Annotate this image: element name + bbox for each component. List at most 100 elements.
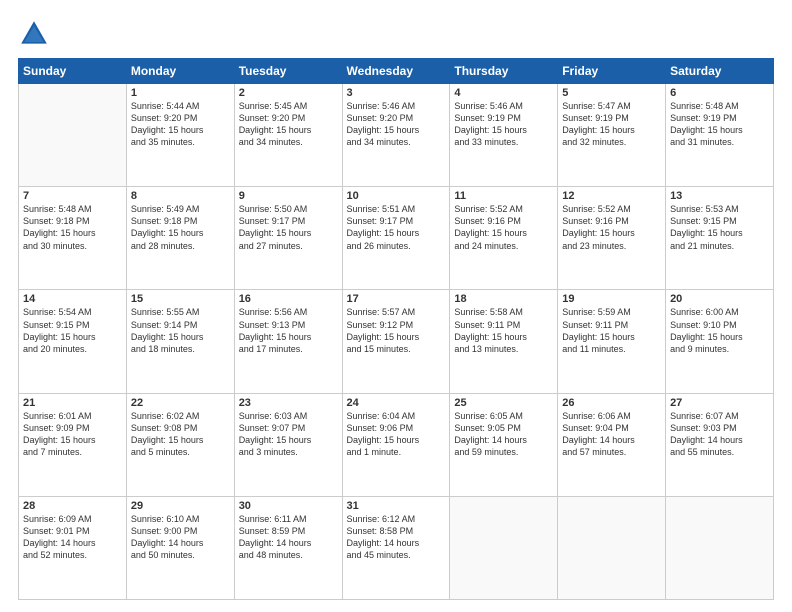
page: SundayMondayTuesdayWednesdayThursdayFrid…: [0, 0, 792, 612]
day-cell-5: 5Sunrise: 5:47 AM Sunset: 9:19 PM Daylig…: [558, 84, 666, 187]
day-cell-23: 23Sunrise: 6:03 AM Sunset: 9:07 PM Dayli…: [234, 393, 342, 496]
day-cell-2: 2Sunrise: 5:45 AM Sunset: 9:20 PM Daylig…: [234, 84, 342, 187]
week-row-4: 21Sunrise: 6:01 AM Sunset: 9:09 PM Dayli…: [19, 393, 774, 496]
day-info: Sunrise: 6:09 AM Sunset: 9:01 PM Dayligh…: [23, 513, 122, 562]
day-info: Sunrise: 5:52 AM Sunset: 9:16 PM Dayligh…: [454, 203, 553, 252]
day-cell-12: 12Sunrise: 5:52 AM Sunset: 9:16 PM Dayli…: [558, 187, 666, 290]
day-cell-11: 11Sunrise: 5:52 AM Sunset: 9:16 PM Dayli…: [450, 187, 558, 290]
day-number: 3: [347, 87, 446, 99]
day-number: 2: [239, 87, 338, 99]
day-number: 25: [454, 397, 553, 409]
weekday-header-sunday: Sunday: [19, 59, 127, 84]
day-info: Sunrise: 6:10 AM Sunset: 9:00 PM Dayligh…: [131, 513, 230, 562]
day-cell-31: 31Sunrise: 6:12 AM Sunset: 8:58 PM Dayli…: [342, 496, 450, 599]
week-row-5: 28Sunrise: 6:09 AM Sunset: 9:01 PM Dayli…: [19, 496, 774, 599]
day-number: 18: [454, 293, 553, 305]
day-info: Sunrise: 5:50 AM Sunset: 9:17 PM Dayligh…: [239, 203, 338, 252]
day-cell-19: 19Sunrise: 5:59 AM Sunset: 9:11 PM Dayli…: [558, 290, 666, 393]
day-cell-22: 22Sunrise: 6:02 AM Sunset: 9:08 PM Dayli…: [126, 393, 234, 496]
day-number: 10: [347, 190, 446, 202]
calendar-table: SundayMondayTuesdayWednesdayThursdayFrid…: [18, 58, 774, 600]
empty-cell: [450, 496, 558, 599]
day-info: Sunrise: 6:05 AM Sunset: 9:05 PM Dayligh…: [454, 410, 553, 459]
day-info: Sunrise: 6:07 AM Sunset: 9:03 PM Dayligh…: [670, 410, 769, 459]
day-cell-10: 10Sunrise: 5:51 AM Sunset: 9:17 PM Dayli…: [342, 187, 450, 290]
weekday-header-wednesday: Wednesday: [342, 59, 450, 84]
weekday-header-monday: Monday: [126, 59, 234, 84]
day-number: 1: [131, 87, 230, 99]
week-row-3: 14Sunrise: 5:54 AM Sunset: 9:15 PM Dayli…: [19, 290, 774, 393]
day-info: Sunrise: 6:04 AM Sunset: 9:06 PM Dayligh…: [347, 410, 446, 459]
day-cell-13: 13Sunrise: 5:53 AM Sunset: 9:15 PM Dayli…: [666, 187, 774, 290]
day-info: Sunrise: 5:52 AM Sunset: 9:16 PM Dayligh…: [562, 203, 661, 252]
weekday-header-thursday: Thursday: [450, 59, 558, 84]
day-cell-25: 25Sunrise: 6:05 AM Sunset: 9:05 PM Dayli…: [450, 393, 558, 496]
empty-cell: [558, 496, 666, 599]
day-info: Sunrise: 6:01 AM Sunset: 9:09 PM Dayligh…: [23, 410, 122, 459]
day-number: 17: [347, 293, 446, 305]
day-cell-27: 27Sunrise: 6:07 AM Sunset: 9:03 PM Dayli…: [666, 393, 774, 496]
day-cell-9: 9Sunrise: 5:50 AM Sunset: 9:17 PM Daylig…: [234, 187, 342, 290]
day-number: 22: [131, 397, 230, 409]
day-number: 29: [131, 500, 230, 512]
day-cell-7: 7Sunrise: 5:48 AM Sunset: 9:18 PM Daylig…: [19, 187, 127, 290]
day-info: Sunrise: 5:58 AM Sunset: 9:11 PM Dayligh…: [454, 306, 553, 355]
weekday-header-row: SundayMondayTuesdayWednesdayThursdayFrid…: [19, 59, 774, 84]
day-info: Sunrise: 6:06 AM Sunset: 9:04 PM Dayligh…: [562, 410, 661, 459]
day-info: Sunrise: 5:55 AM Sunset: 9:14 PM Dayligh…: [131, 306, 230, 355]
day-number: 5: [562, 87, 661, 99]
day-info: Sunrise: 6:12 AM Sunset: 8:58 PM Dayligh…: [347, 513, 446, 562]
day-number: 11: [454, 190, 553, 202]
empty-cell: [666, 496, 774, 599]
day-info: Sunrise: 5:57 AM Sunset: 9:12 PM Dayligh…: [347, 306, 446, 355]
week-row-2: 7Sunrise: 5:48 AM Sunset: 9:18 PM Daylig…: [19, 187, 774, 290]
day-cell-26: 26Sunrise: 6:06 AM Sunset: 9:04 PM Dayli…: [558, 393, 666, 496]
day-info: Sunrise: 6:11 AM Sunset: 8:59 PM Dayligh…: [239, 513, 338, 562]
day-cell-1: 1Sunrise: 5:44 AM Sunset: 9:20 PM Daylig…: [126, 84, 234, 187]
day-info: Sunrise: 5:46 AM Sunset: 9:19 PM Dayligh…: [454, 100, 553, 149]
day-cell-17: 17Sunrise: 5:57 AM Sunset: 9:12 PM Dayli…: [342, 290, 450, 393]
day-cell-3: 3Sunrise: 5:46 AM Sunset: 9:20 PM Daylig…: [342, 84, 450, 187]
day-info: Sunrise: 5:56 AM Sunset: 9:13 PM Dayligh…: [239, 306, 338, 355]
day-cell-16: 16Sunrise: 5:56 AM Sunset: 9:13 PM Dayli…: [234, 290, 342, 393]
weekday-header-tuesday: Tuesday: [234, 59, 342, 84]
day-number: 7: [23, 190, 122, 202]
day-cell-6: 6Sunrise: 5:48 AM Sunset: 9:19 PM Daylig…: [666, 84, 774, 187]
day-number: 8: [131, 190, 230, 202]
day-info: Sunrise: 5:53 AM Sunset: 9:15 PM Dayligh…: [670, 203, 769, 252]
day-number: 28: [23, 500, 122, 512]
day-info: Sunrise: 5:46 AM Sunset: 9:20 PM Dayligh…: [347, 100, 446, 149]
day-number: 30: [239, 500, 338, 512]
weekday-header-friday: Friday: [558, 59, 666, 84]
day-number: 15: [131, 293, 230, 305]
day-number: 9: [239, 190, 338, 202]
day-info: Sunrise: 5:47 AM Sunset: 9:19 PM Dayligh…: [562, 100, 661, 149]
day-cell-21: 21Sunrise: 6:01 AM Sunset: 9:09 PM Dayli…: [19, 393, 127, 496]
day-number: 14: [23, 293, 122, 305]
logo: [18, 18, 54, 50]
day-cell-14: 14Sunrise: 5:54 AM Sunset: 9:15 PM Dayli…: [19, 290, 127, 393]
weekday-header-saturday: Saturday: [666, 59, 774, 84]
day-cell-4: 4Sunrise: 5:46 AM Sunset: 9:19 PM Daylig…: [450, 84, 558, 187]
day-info: Sunrise: 5:59 AM Sunset: 9:11 PM Dayligh…: [562, 306, 661, 355]
day-number: 16: [239, 293, 338, 305]
day-info: Sunrise: 5:49 AM Sunset: 9:18 PM Dayligh…: [131, 203, 230, 252]
day-cell-29: 29Sunrise: 6:10 AM Sunset: 9:00 PM Dayli…: [126, 496, 234, 599]
day-info: Sunrise: 6:00 AM Sunset: 9:10 PM Dayligh…: [670, 306, 769, 355]
day-number: 19: [562, 293, 661, 305]
day-info: Sunrise: 5:44 AM Sunset: 9:20 PM Dayligh…: [131, 100, 230, 149]
day-cell-15: 15Sunrise: 5:55 AM Sunset: 9:14 PM Dayli…: [126, 290, 234, 393]
empty-cell: [19, 84, 127, 187]
day-number: 4: [454, 87, 553, 99]
day-number: 27: [670, 397, 769, 409]
logo-icon: [18, 18, 50, 50]
week-row-1: 1Sunrise: 5:44 AM Sunset: 9:20 PM Daylig…: [19, 84, 774, 187]
day-number: 26: [562, 397, 661, 409]
day-info: Sunrise: 5:48 AM Sunset: 9:18 PM Dayligh…: [23, 203, 122, 252]
day-number: 24: [347, 397, 446, 409]
day-number: 6: [670, 87, 769, 99]
day-number: 31: [347, 500, 446, 512]
day-number: 13: [670, 190, 769, 202]
header: [18, 18, 774, 50]
day-info: Sunrise: 6:02 AM Sunset: 9:08 PM Dayligh…: [131, 410, 230, 459]
